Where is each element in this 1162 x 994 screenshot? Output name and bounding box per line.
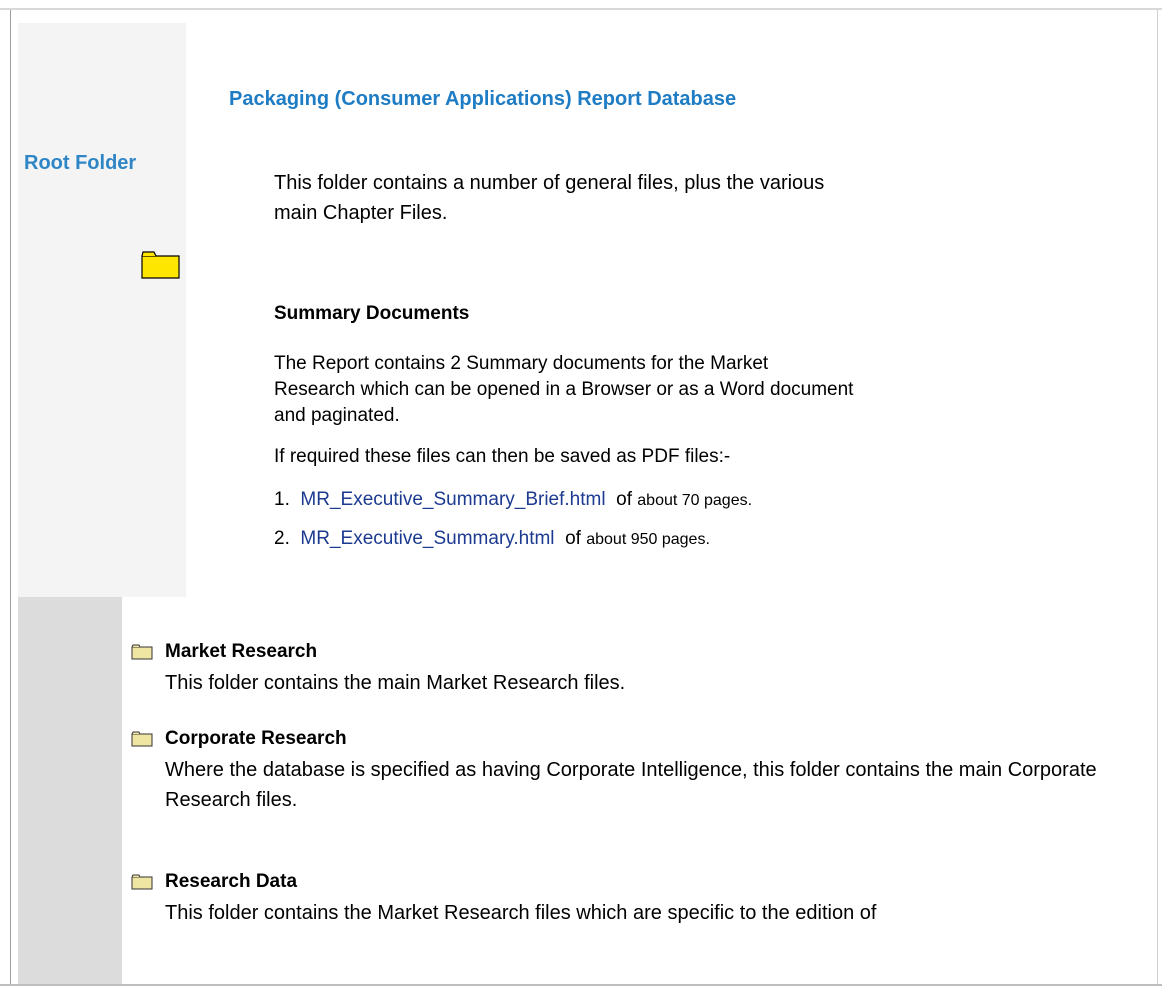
folder-icon[interactable]: [131, 644, 153, 665]
frame-bottom-border: [0, 984, 1162, 986]
summary-list-item: 2. MR_Executive_Summary.html of about 95…: [274, 528, 710, 550]
list-number: 2.: [274, 528, 290, 549]
pdf-note: If required these files can then be save…: [274, 446, 731, 467]
summary-list-item: 1. MR_Executive_Summary_Brief.html of ab…: [274, 489, 752, 511]
folder-description: This folder contains the Market Research…: [165, 902, 877, 924]
root-folder-panel: [18, 23, 186, 597]
folder-list-strip: [18, 597, 122, 984]
folder-icon[interactable]: [141, 251, 181, 284]
folder-name[interactable]: Corporate Research: [165, 728, 347, 750]
frame-right-border: [1157, 10, 1158, 984]
folder-icon[interactable]: [131, 731, 153, 752]
page-count: about 70 pages.: [637, 492, 753, 509]
folder-name[interactable]: Research Data: [165, 871, 297, 893]
list-number: 1.: [274, 489, 290, 510]
intro-text: This folder contains a number of general…: [274, 172, 825, 224]
of-text: of: [616, 489, 632, 510]
folder-name[interactable]: Market Research: [165, 641, 317, 663]
folder-icon[interactable]: [131, 874, 153, 895]
of-text: of: [565, 528, 581, 549]
executive-summary-brief-link[interactable]: MR_Executive_Summary_Brief.html: [300, 489, 605, 510]
root-folder-label[interactable]: Root Folder: [24, 152, 136, 175]
folder-description: This folder contains the main Market Res…: [165, 672, 626, 694]
page-title: Packaging (Consumer Applications) Report…: [229, 88, 737, 110]
frame-top-border: [0, 8, 1162, 10]
frame-left-border: [10, 10, 11, 984]
executive-summary-link[interactable]: MR_Executive_Summary.html: [300, 528, 554, 549]
summary-text: The Report contains 2 Summary documents …: [274, 353, 854, 426]
page-count: about 950 pages.: [586, 531, 710, 548]
folder-description: Where the database is specified as havin…: [165, 759, 1097, 811]
summary-heading: Summary Documents: [274, 303, 470, 324]
